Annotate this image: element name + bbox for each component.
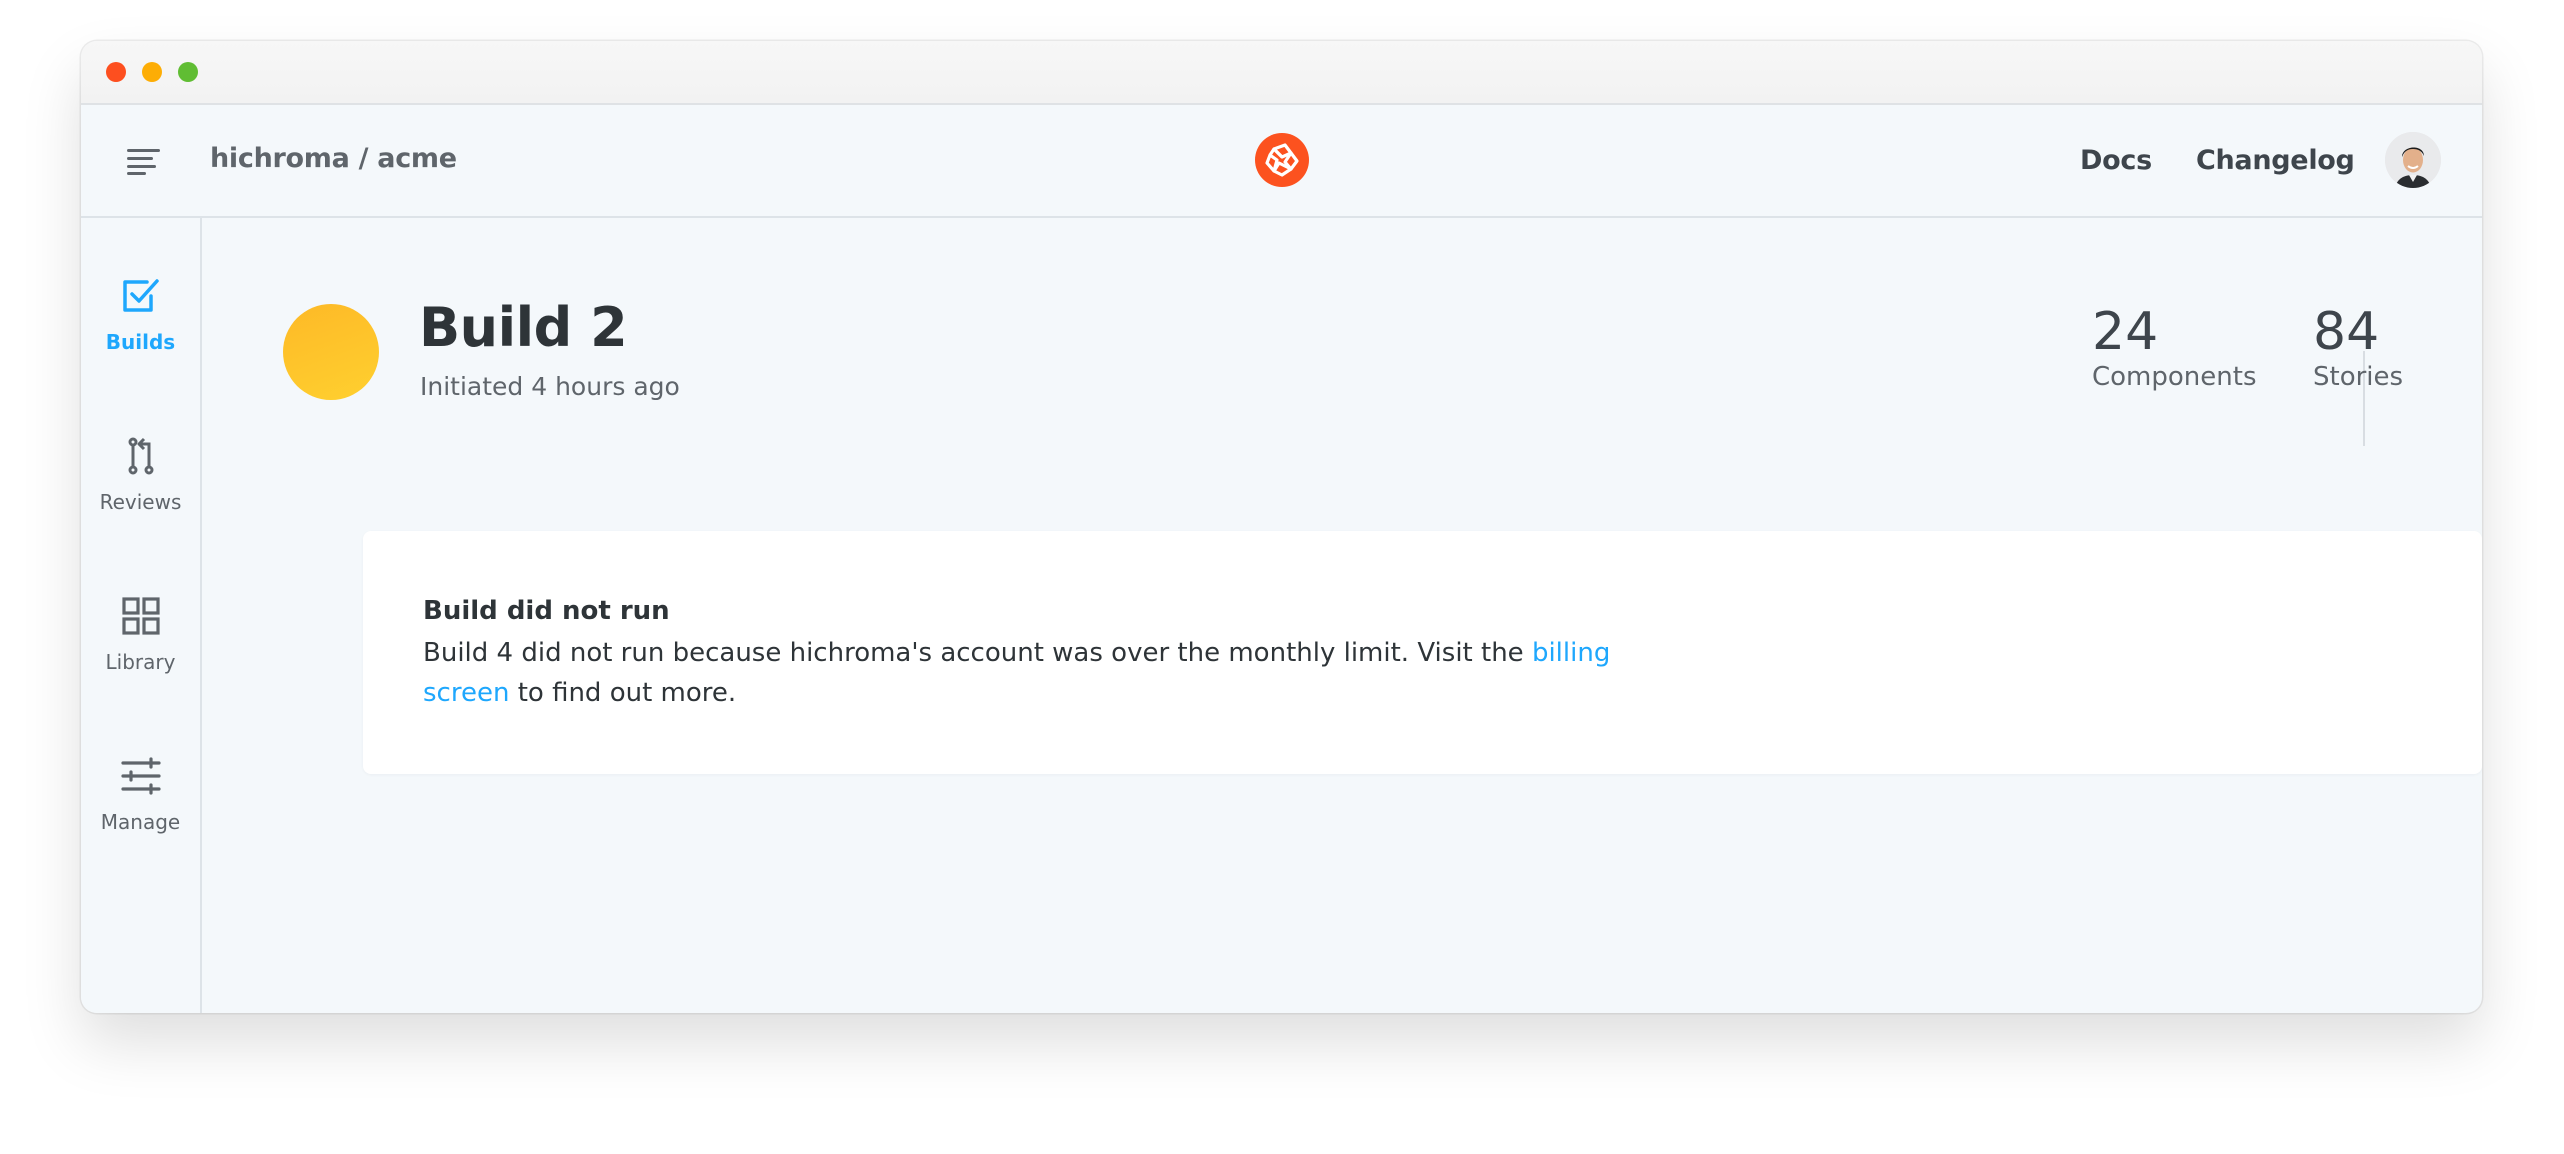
stat-stories: 84 Stories <box>2313 302 2403 394</box>
minimize-window-button[interactable] <box>142 62 162 82</box>
sidebar-item-builds[interactable]: Builds <box>81 274 200 384</box>
nav-docs-link[interactable]: Docs <box>2080 141 2152 181</box>
build-status-indicator <box>283 304 379 400</box>
window-titlebar <box>81 41 2482 105</box>
grid-icon <box>121 597 160 635</box>
stat-label: Components <box>2092 362 2257 392</box>
maximize-window-button[interactable] <box>178 62 198 82</box>
sidebar-item-label: Library <box>105 650 176 674</box>
main-content: Build 2 Initiated 4 hours ago 24 Compone… <box>202 218 2482 1013</box>
sidebar-item-label: Reviews <box>99 490 182 514</box>
stat-label: Stories <box>2313 362 2404 392</box>
checkbox-icon <box>122 279 159 312</box>
pull-request-icon <box>128 437 153 475</box>
sidebar-item-label: Manage <box>100 810 181 834</box>
sidebar: Builds Reviews Library Manage <box>81 218 202 1013</box>
chromatic-logo-icon[interactable] <box>1255 133 1309 187</box>
nav-changelog-link[interactable]: Changelog <box>2196 141 2355 181</box>
breadcrumb[interactable]: hichroma / acme <box>210 139 457 179</box>
stat-components: 24 Components <box>2092 302 2257 394</box>
avatar[interactable] <box>2385 132 2441 188</box>
app-header: hichroma / acme Docs Changelog <box>81 105 2482 218</box>
sliders-icon <box>120 757 161 795</box>
sidebar-item-manage[interactable]: Manage <box>81 754 200 864</box>
sidebar-item-reviews[interactable]: Reviews <box>81 434 200 544</box>
notice-body: Build 4 did not run because hichroma's a… <box>423 633 1613 713</box>
avatar-image <box>2385 132 2441 188</box>
page-title: Build 2 <box>419 296 628 359</box>
close-window-button[interactable] <box>106 62 126 82</box>
notice-text: Build 4 did not run because hichroma's a… <box>423 638 1532 668</box>
notice-card: Build did not run Build 4 did not run be… <box>363 531 2482 774</box>
hamburger-icon[interactable] <box>125 145 161 177</box>
stat-value: 24 <box>2092 302 2159 362</box>
notice-text: to find out more. <box>509 678 737 708</box>
build-timestamp: Initiated 4 hours ago <box>420 372 680 401</box>
stat-value: 84 <box>2313 302 2380 362</box>
notice-title: Build did not run <box>423 596 670 626</box>
app-window: hichroma / acme Docs Changelog Builds Re… <box>81 41 2482 1013</box>
sidebar-item-library[interactable]: Library <box>81 594 200 704</box>
sidebar-item-label: Builds <box>105 330 176 354</box>
